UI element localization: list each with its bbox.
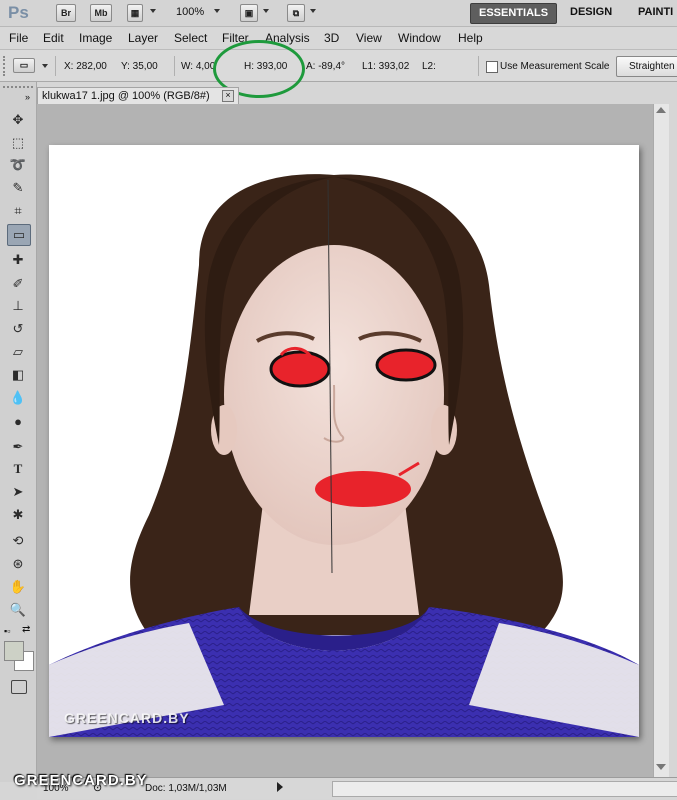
options-bar: ▭ X: 282,00 Y: 35,00 W: 4,00 H: 393,00 A… bbox=[0, 50, 677, 82]
status-menu-arrow-icon[interactable] bbox=[277, 782, 283, 792]
ruler-icon: ▭ bbox=[19, 60, 29, 70]
scroll-down-icon[interactable] bbox=[656, 764, 666, 770]
menu-3d[interactable]: 3D bbox=[324, 31, 339, 45]
collapse-icon[interactable]: » bbox=[25, 92, 30, 102]
chevron-down-icon[interactable] bbox=[214, 9, 220, 13]
swap-colors-icon[interactable]: ⇄ bbox=[22, 624, 30, 635]
bridge-button[interactable]: Br bbox=[56, 4, 76, 22]
photoshop-logo: Ps bbox=[8, 3, 29, 22]
menu-view[interactable]: View bbox=[356, 31, 382, 45]
menu-bar: File Edit Image Layer Select Filter Anal… bbox=[0, 27, 677, 50]
arrange-icon: ▣ bbox=[244, 8, 254, 18]
chevron-down-icon[interactable] bbox=[42, 64, 48, 68]
grid-icon: ▦ bbox=[130, 8, 140, 18]
straighten-button[interactable]: Straighten bbox=[616, 56, 677, 77]
watermark-photo: GREENCARD.BY bbox=[64, 710, 190, 726]
status-doc-size: Doc: 1,03M/1,03M bbox=[145, 783, 227, 794]
type-icon[interactable]: T bbox=[7, 459, 29, 479]
marquee-icon[interactable]: ⬚ bbox=[7, 133, 29, 153]
red-eye-marking bbox=[375, 348, 437, 382]
length2-readout: L2: bbox=[422, 61, 436, 72]
menu-image[interactable]: Image bbox=[79, 31, 112, 45]
dodge-icon[interactable]: ● bbox=[7, 411, 29, 431]
hand-icon[interactable]: ✋ bbox=[7, 577, 29, 597]
portrait-image bbox=[49, 174, 639, 737]
zoom-icon[interactable]: 🔍 bbox=[7, 600, 29, 620]
workspace-painting[interactable]: PAINTI bbox=[630, 3, 677, 22]
options-grip[interactable] bbox=[3, 56, 9, 76]
screen-mode-button[interactable]: ⧉ bbox=[287, 4, 305, 22]
crop-icon[interactable]: ⌗ bbox=[7, 201, 29, 221]
close-icon[interactable]: × bbox=[222, 90, 234, 102]
workspace-design[interactable]: DESIGN bbox=[562, 3, 620, 22]
pen-icon[interactable]: ✒ bbox=[7, 437, 29, 457]
view-extras-button[interactable]: ▦ bbox=[127, 4, 143, 22]
document-tab[interactable]: klukwa17 1.jpg @ 100% (RGB/8#) × bbox=[37, 87, 239, 104]
menu-edit[interactable]: Edit bbox=[43, 31, 64, 45]
panel-grip[interactable] bbox=[3, 86, 33, 91]
lasso-icon[interactable]: ➰ bbox=[7, 155, 29, 175]
chevron-down-icon[interactable] bbox=[263, 9, 269, 13]
eraser-icon[interactable]: ▱ bbox=[7, 342, 29, 362]
quick-select-icon[interactable]: ✎ bbox=[7, 178, 29, 198]
arrange-documents-button[interactable]: ▣ bbox=[240, 4, 258, 22]
workspace-essentials[interactable]: ESSENTIALS bbox=[470, 3, 558, 24]
blur-icon[interactable]: 💧 bbox=[7, 388, 29, 408]
history-brush-icon[interactable]: ↺ bbox=[7, 319, 29, 339]
screen-mode-icon: ⧉ bbox=[292, 8, 300, 18]
default-colors-icon[interactable]: ▪▫ bbox=[4, 626, 10, 636]
shape-icon[interactable]: ✱ bbox=[7, 505, 29, 525]
3d-orbit-icon[interactable]: ⊛ bbox=[7, 554, 29, 574]
ruler-icon[interactable]: ▭ bbox=[7, 224, 31, 246]
angle-readout: A: -89,4° bbox=[306, 61, 346, 72]
zoom-level-dropdown[interactable]: 100% bbox=[176, 6, 204, 18]
tools-panel: » ✥ ⬚ ➰ ✎ ⌗ ▭ ✚ ✐ ⊥ ↺ ▱ ◧ 💧 ● ✒ T ➤ ✱ ⟲ … bbox=[0, 82, 37, 782]
width-readout: W: 4,00 bbox=[181, 61, 216, 72]
clone-stamp-icon[interactable]: ⊥ bbox=[7, 296, 29, 316]
paint-bucket-icon[interactable]: ◧ bbox=[7, 365, 29, 385]
red-mouth-marking bbox=[315, 471, 411, 507]
path-select-icon[interactable]: ➤ bbox=[7, 482, 29, 502]
menu-layer[interactable]: Layer bbox=[128, 31, 158, 45]
application-bar: Ps Br Mb ▦ 100% ▣ ⧉ ESSENTIALS DESIGN PA… bbox=[0, 0, 677, 27]
divider bbox=[478, 56, 479, 76]
chevron-down-icon[interactable] bbox=[310, 9, 316, 13]
red-eye-marking bbox=[269, 350, 331, 388]
mini-bridge-button[interactable]: Mb bbox=[90, 4, 112, 22]
measurement-scale-checkbox[interactable] bbox=[486, 61, 498, 73]
divider bbox=[174, 56, 175, 76]
chevron-down-icon[interactable] bbox=[150, 9, 156, 13]
foreground-color-swatch-front[interactable] bbox=[4, 641, 24, 661]
menu-window[interactable]: Window bbox=[398, 31, 441, 45]
length1-readout: L1: 393,02 bbox=[362, 61, 410, 72]
tool-preset-picker[interactable]: ▭ bbox=[13, 58, 35, 73]
divider bbox=[55, 56, 56, 76]
healing-brush-icon[interactable]: ✚ bbox=[7, 250, 29, 270]
horizontal-scrollbar[interactable] bbox=[332, 781, 677, 797]
watermark-bottom: GREENCARD.BY bbox=[14, 772, 148, 789]
quick-mask-icon[interactable] bbox=[11, 680, 27, 694]
document-title: klukwa17 1.jpg @ 100% (RGB/8#) bbox=[42, 90, 210, 102]
scroll-up-icon[interactable] bbox=[656, 107, 666, 113]
move-icon[interactable]: ✥ bbox=[7, 110, 29, 130]
menu-help[interactable]: Help bbox=[458, 31, 483, 45]
menu-file[interactable]: File bbox=[9, 31, 28, 45]
x-readout: X: 282,00 bbox=[64, 61, 107, 72]
vertical-scrollbar[interactable] bbox=[653, 104, 669, 777]
measurement-scale-label: Use Measurement Scale bbox=[500, 61, 610, 72]
3d-rotate-icon[interactable]: ⟲ bbox=[7, 531, 29, 551]
brush-icon[interactable]: ✐ bbox=[7, 274, 29, 294]
y-readout: Y: 35,00 bbox=[121, 61, 158, 72]
document-canvas[interactable]: GREENCARD.BY bbox=[49, 145, 639, 737]
menu-select[interactable]: Select bbox=[174, 31, 207, 45]
